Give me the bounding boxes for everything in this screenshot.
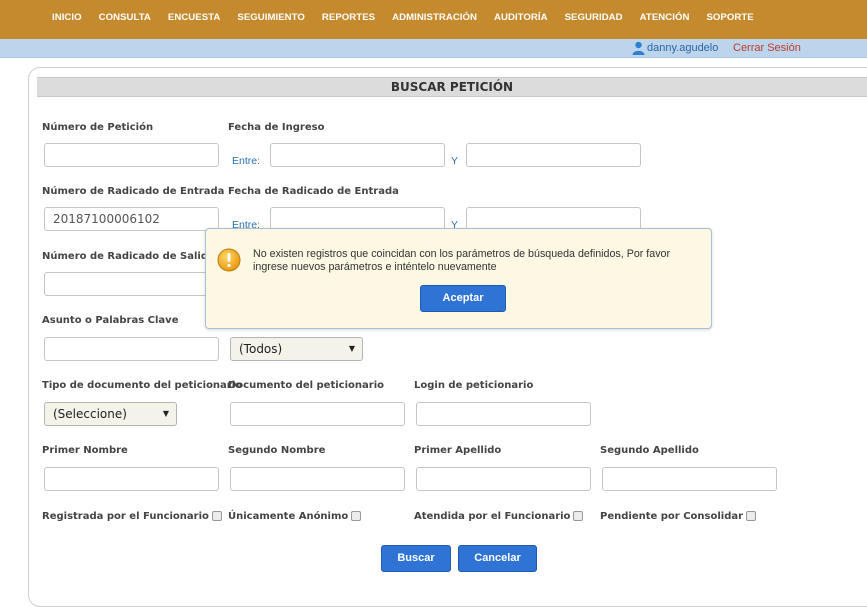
fecha-ingreso-hasta-input[interactable] [466,143,641,167]
asunto-label: Asunto o Palabras Clave [42,315,179,326]
menu-item-seguimiento[interactable]: SEGUIMIENTO [237,12,305,23]
user-name: danny.agudelo [647,42,719,54]
anonimo-option: Únicamente Anónimo [228,511,362,522]
atendida-checkbox[interactable] [573,511,584,521]
segundo-nombre-label: Segundo Nombre [228,445,326,456]
menu-item-consulta[interactable]: CONSULTA [99,12,151,23]
aceptar-button[interactable]: Aceptar [420,285,506,312]
atendida-option: Atendida por el Funcionario [414,511,584,522]
main-menu: INICIO CONSULTA ENCUESTA SEGUIMIENTO REP… [52,12,771,23]
user-bar: danny.agudelo Cerrar Sesión [0,39,867,58]
fecha-ingreso-desde-input[interactable] [270,143,445,167]
pendiente-checkbox[interactable] [746,511,757,521]
numero-peticion-input[interactable] [44,143,219,167]
menu-item-encuesta[interactable]: ENCUESTA [168,12,220,23]
radicado-salida-input[interactable] [44,272,219,296]
primer-apellido-label: Primer Apellido [414,445,502,456]
asunto-input[interactable] [44,337,219,361]
fecha-ingreso-entre: Entre: [232,155,261,167]
select-caret-icon: ▼ [162,409,169,418]
primer-nombre-label: Primer Nombre [42,445,128,456]
todos-select[interactable]: (Todos) ▼ [230,337,363,361]
select-caret-icon: ▼ [348,344,355,353]
page-title: BUSCAR PETICIÓN [390,80,514,94]
segundo-apellido-input[interactable] [602,467,777,491]
tipo-doc-select-value: (Seleccione) [53,407,127,421]
menu-item-soporte[interactable]: SOPORTE [706,12,753,23]
registrada-option: Registrada por el Funcionario [42,511,222,522]
user-link[interactable]: danny.agudelo [632,41,718,55]
radicado-salida-label: Número de Radicado de Salida [42,251,215,262]
menu-item-auditoria[interactable]: AUDITORÍA [494,12,548,23]
menu-item-administracion[interactable]: ADMINISTRACIÓN [392,12,477,23]
documento-input[interactable] [230,402,405,426]
tipo-doc-select[interactable]: (Seleccione) ▼ [44,402,177,426]
buscar-button[interactable]: Buscar [381,545,451,572]
menu-item-reportes[interactable]: REPORTES [322,12,375,23]
primer-nombre-input[interactable] [44,467,219,491]
fecha-ingreso-label: Fecha de Ingreso [228,122,325,133]
pendiente-label: Pendiente por Consolidar [600,511,744,522]
numero-peticion-label: Número de Petición [42,122,154,133]
anonimo-checkbox[interactable] [351,511,362,521]
segundo-apellido-label: Segundo Apellido [600,445,699,456]
registrada-label: Registrada por el Funcionario [42,511,209,522]
warning-icon [217,248,241,272]
login-label: Login de peticionario [414,380,534,391]
registrada-checkbox[interactable] [211,511,222,521]
dialog-message: No existen registros que coincidan con l… [253,248,671,273]
radicado-entrada-input[interactable]: 20187100006102 [44,207,219,231]
radicado-entrada-label: Número de Radicado de Entrada [42,186,225,197]
fecha-radicado-label: Fecha de Radicado de Entrada [228,186,399,197]
login-input[interactable] [416,402,591,426]
user-icon [632,41,645,55]
segundo-nombre-input[interactable] [230,467,405,491]
menu-item-seguridad[interactable]: SEGURIDAD [565,12,623,23]
panel-title-bar: BUSCAR PETICIÓN [37,77,867,97]
tipo-doc-label: Tipo de documento del peticionario [42,380,243,391]
documento-label: Documento del peticionario [228,380,384,391]
pendiente-option: Pendiente por Consolidar [600,511,757,522]
logout-link[interactable]: Cerrar Sesión [733,42,801,54]
top-nav: INICIO CONSULTA ENCUESTA SEGUIMIENTO REP… [0,0,867,39]
anonimo-label: Únicamente Anónimo [228,511,349,522]
cancelar-button[interactable]: Cancelar [458,545,537,572]
atendida-label: Atendida por el Funcionario [414,511,571,522]
todos-select-value: (Todos) [239,342,283,356]
menu-item-atencion[interactable]: ATENCIÓN [640,12,690,23]
menu-item-inicio[interactable]: INICIO [52,12,82,23]
no-results-dialog: No existen registros que coincidan con l… [205,228,712,329]
primer-apellido-input[interactable] [416,467,591,491]
fecha-ingreso-y: Y [451,155,459,167]
